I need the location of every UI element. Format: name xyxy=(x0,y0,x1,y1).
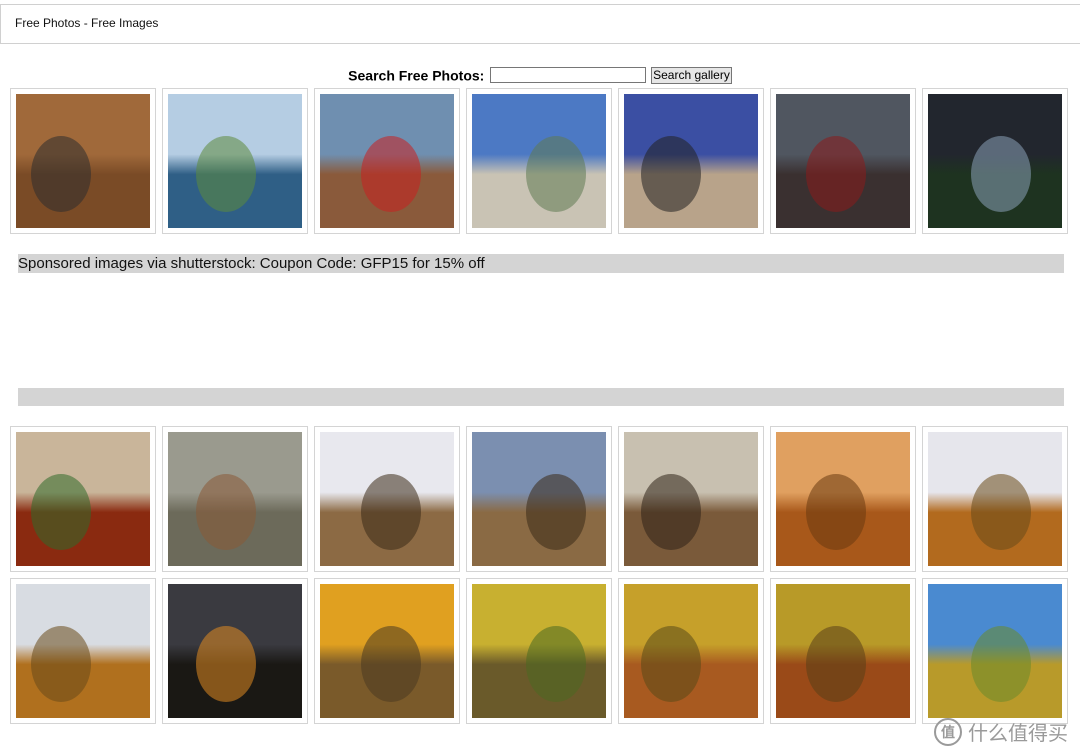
gallery-thumbnail[interactable] xyxy=(618,426,764,572)
page-title: Free Photos - Free Images xyxy=(15,16,159,30)
photo-geyser-basin xyxy=(472,94,606,228)
gallery-thumbnail[interactable] xyxy=(618,578,764,724)
gallery-thumbnail[interactable] xyxy=(922,578,1068,724)
search-gallery-button[interactable]: Search gallery xyxy=(651,66,732,84)
gallery-thumbnail[interactable] xyxy=(618,88,764,234)
photo-autumn-valley-2 xyxy=(16,584,150,718)
gallery-thumbnail[interactable] xyxy=(314,426,460,572)
photo-hawk-closeup-1 xyxy=(320,432,454,566)
photo-forest-path-1 xyxy=(624,584,758,718)
watermark-text: 什么值得买 xyxy=(968,721,1068,745)
photo-spicy-stew xyxy=(16,432,150,566)
gallery-row-3 xyxy=(10,578,1074,724)
search-label: Search Free Photos: xyxy=(348,67,485,84)
photo-man-badlands xyxy=(624,94,758,228)
gallery-thumbnail[interactable] xyxy=(922,88,1068,234)
photo-stagecoach-museum xyxy=(776,94,910,228)
gallery-thumbnail[interactable] xyxy=(10,578,156,724)
gallery-thumbnail[interactable] xyxy=(466,578,612,724)
photo-penny-farthing-bicycle xyxy=(16,94,150,228)
gallery-thumbnail[interactable] xyxy=(466,426,612,572)
browser-tab-bar: Free Photos - Free Images xyxy=(0,4,1080,44)
photo-dusk-horizon xyxy=(168,584,302,718)
photo-hawk-closeup-3 xyxy=(624,432,758,566)
watermark-logo-icon: 值 xyxy=(934,717,962,746)
gallery-thumbnail[interactable] xyxy=(770,426,916,572)
gallery-thumbnail[interactable] xyxy=(162,578,308,724)
gallery-thumbnail[interactable] xyxy=(314,88,460,234)
gallery-thumbnail[interactable] xyxy=(10,426,156,572)
photo-autumn-valley-1 xyxy=(928,432,1062,566)
gallery-row-1 xyxy=(10,88,1074,234)
photo-hawk-on-fence xyxy=(168,432,302,566)
sponsor-banner: Sponsored images via shutterstock: Coupo… xyxy=(18,254,1064,273)
gallery-thumbnail[interactable] xyxy=(10,88,156,234)
search-bar: Search Free Photos: Search gallery xyxy=(0,66,1080,84)
gallery-thumbnail[interactable] xyxy=(162,88,308,234)
sponsor-banner-bottom xyxy=(18,388,1064,406)
gallery-row-2 xyxy=(10,426,1074,572)
photo-wooden-stairs-forest xyxy=(472,584,606,718)
photo-hawk-closeup-2 xyxy=(472,432,606,566)
gallery-thumbnail[interactable] xyxy=(770,578,916,724)
photo-boardwalk-forest xyxy=(320,584,454,718)
gallery-thumbnail[interactable] xyxy=(770,88,916,234)
photo-street-drummer xyxy=(320,94,454,228)
photo-forest-path-2 xyxy=(776,584,910,718)
gallery-thumbnail[interactable] xyxy=(314,578,460,724)
gallery-thumbnail[interactable] xyxy=(466,88,612,234)
photo-lake-boat-fishing xyxy=(168,94,302,228)
search-input[interactable] xyxy=(490,67,647,84)
gallery-thumbnail[interactable] xyxy=(922,426,1068,572)
watermark: 值 什么值得买 xyxy=(934,717,1068,746)
photo-autumn-forest-sunset xyxy=(776,432,910,566)
photo-man-night-sky xyxy=(928,94,1062,228)
gallery-thumbnail[interactable] xyxy=(162,426,308,572)
photo-hilltop-autumn xyxy=(928,584,1062,718)
